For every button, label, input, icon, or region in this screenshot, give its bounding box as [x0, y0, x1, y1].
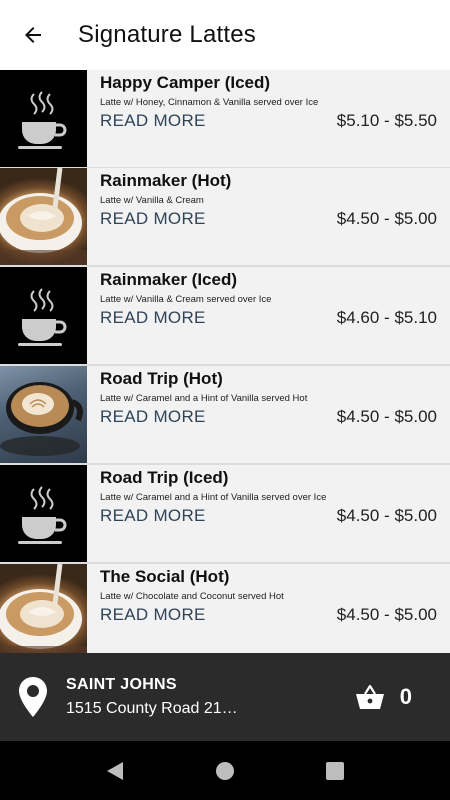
- product-name: Rainmaker (Hot): [100, 171, 232, 190]
- product-description: Latte w/ Vanilla & Cream served over Ice: [100, 294, 272, 305]
- store-info[interactable]: SAINT JOHNS 1515 County Road 21…: [66, 676, 356, 718]
- product-thumbnail: [0, 168, 87, 265]
- back-button[interactable]: [0, 0, 66, 70]
- list-item[interactable]: Road Trip (Iced) Latte w/ Caramel and a …: [0, 465, 450, 562]
- list-item[interactable]: Rainmaker (Hot) Latte w/ Vanilla & Cream…: [0, 168, 450, 265]
- circle-home-icon: [216, 761, 234, 780]
- product-thumbnail: [0, 70, 87, 167]
- read-more-link[interactable]: READ MORE: [100, 308, 206, 328]
- triangle-back-icon: [107, 761, 123, 780]
- read-more-link[interactable]: READ MORE: [100, 506, 206, 526]
- steaming-cup-icon: [17, 485, 66, 544]
- read-more-link[interactable]: READ MORE: [100, 605, 206, 625]
- square-recents-icon: [326, 761, 344, 780]
- location-pin-icon: [19, 677, 47, 717]
- product-price: $4.50 - $5.00: [336, 506, 437, 525]
- location-button[interactable]: [0, 653, 66, 741]
- read-more-link[interactable]: READ MORE: [100, 209, 206, 229]
- product-thumbnail: [0, 564, 87, 653]
- read-more-link[interactable]: READ MORE: [100, 407, 206, 427]
- product-price: $4.50 - $5.00: [336, 407, 437, 426]
- product-thumbnail: [0, 366, 87, 463]
- nav-home-button[interactable]: [200, 746, 250, 796]
- product-description: Latte w/ Vanilla & Cream: [100, 195, 204, 206]
- product-description: Latte w/ Honey, Cinnamon & Vanilla serve…: [100, 97, 319, 108]
- product-name: Road Trip (Iced): [100, 468, 229, 487]
- arrow-left-icon: [25, 27, 41, 43]
- product-name: Happy Camper (Iced): [100, 73, 271, 92]
- product-name: Road Trip (Hot): [100, 369, 223, 388]
- product-name: Rainmaker (Iced): [100, 270, 237, 289]
- basket-icon: [355, 685, 384, 709]
- list-item[interactable]: Rainmaker (Iced) Latte w/ Vanilla & Crea…: [0, 267, 450, 364]
- product-description: Latte w/ Caramel and a Hint of Vanilla s…: [100, 393, 308, 404]
- read-more-link[interactable]: READ MORE: [100, 111, 206, 131]
- nav-recents-button[interactable]: [310, 746, 360, 796]
- product-price: $5.10 - $5.50: [336, 111, 437, 130]
- list-item[interactable]: Road Trip (Hot) Latte w/ Caramel and a H…: [0, 366, 450, 463]
- product-name: The Social (Hot): [100, 567, 230, 586]
- steaming-cup-icon: [17, 287, 66, 346]
- system-nav-bar: [0, 741, 450, 800]
- latte-art-photo: [0, 382, 83, 456]
- latte-photo: [0, 564, 87, 653]
- list-item[interactable]: Happy Camper (Iced) Latte w/ Honey, Cinn…: [0, 70, 450, 167]
- list-item[interactable]: The Social (Hot) Latte w/ Chocolate and …: [0, 564, 450, 653]
- store-name: SAINT JOHNS: [66, 676, 177, 693]
- page-title: Signature Lattes: [78, 21, 256, 48]
- product-list[interactable]: Happy Camper (Iced) Latte w/ Honey, Cinn…: [0, 70, 450, 653]
- store-cart-bar: SAINT JOHNS 1515 County Road 21… 0: [0, 653, 450, 741]
- product-thumbnail: [0, 465, 87, 562]
- product-price: $4.50 - $5.00: [336, 605, 437, 624]
- latte-photo: [0, 168, 87, 265]
- store-address: 1515 County Road 21…: [66, 700, 238, 717]
- product-price: $4.60 - $5.10: [336, 308, 437, 327]
- product-thumbnail: [0, 267, 87, 364]
- nav-back-button[interactable]: [90, 746, 140, 796]
- app-bar: Signature Lattes: [0, 0, 450, 70]
- cart-count: 0: [399, 684, 412, 709]
- product-price: $4.50 - $5.00: [336, 209, 437, 228]
- product-description: Latte w/ Chocolate and Coconut served Ho…: [100, 591, 284, 602]
- cart-button[interactable]: 0: [355, 684, 412, 710]
- steaming-cup-icon: [17, 90, 66, 149]
- product-description: Latte w/ Caramel and a Hint of Vanilla s…: [100, 492, 327, 503]
